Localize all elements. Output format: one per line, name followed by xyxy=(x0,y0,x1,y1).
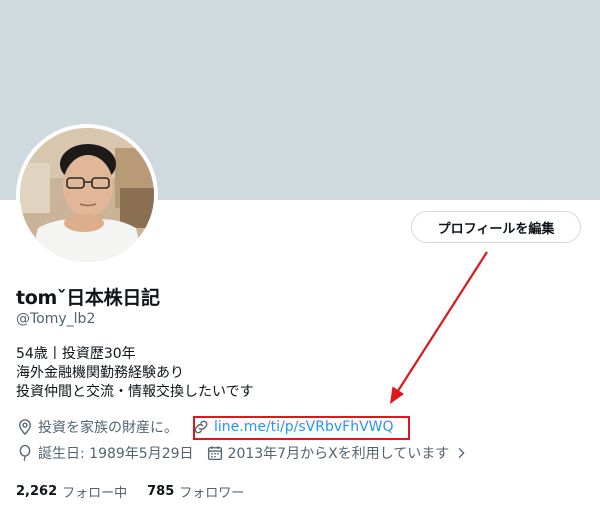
bio-line: 投資仲間と交流・情報交換したいです xyxy=(16,384,254,400)
location-icon xyxy=(19,419,31,436)
avatar-photo xyxy=(20,128,154,262)
bio-line: 海外金融機関勤務経験あり xyxy=(16,365,184,381)
profile-bio: 54歳丨投資歴30年 海外金融機関勤務経験あり 投資仲間と交流・情報交換したいで… xyxy=(16,345,254,402)
avatar[interactable] xyxy=(16,124,158,266)
display-name: tomˇ日本株日記 xyxy=(16,287,160,309)
birthday-text: 誕生日: 1989年5月29日 xyxy=(38,446,194,462)
profile-meta-row: 誕生日: 1989年5月29日 2013年7月からXを利用しています xyxy=(16,443,473,463)
following-label: フォロー中 xyxy=(62,486,128,501)
following-count: 2,262 xyxy=(16,484,58,499)
calendar-icon xyxy=(207,446,222,461)
user-handle: @Tomy_lb2 xyxy=(16,311,96,327)
chevron-right-icon[interactable] xyxy=(453,444,469,462)
following-link[interactable]: 2,262 フォロー中 xyxy=(16,482,127,501)
joined-item[interactable]: 2013年7月からXを利用しています xyxy=(206,443,474,463)
annotation-highlight-box xyxy=(193,416,410,440)
birthday-item: 誕生日: 1989年5月29日 xyxy=(16,443,194,463)
location-item: 投資を家族の財産に。 xyxy=(16,417,178,437)
edit-profile-button[interactable]: プロフィールを編集 xyxy=(411,211,581,243)
followers-label: フォロワー xyxy=(179,486,245,501)
balloon-icon xyxy=(19,444,31,462)
followers-link[interactable]: 785 フォロワー xyxy=(147,482,244,501)
followers-count: 785 xyxy=(147,484,175,499)
location-text: 投資を家族の財産に。 xyxy=(38,420,178,436)
follow-stats: 2,262 フォロー中 785 フォロワー xyxy=(16,482,264,501)
bio-line: 54歳丨投資歴30年 xyxy=(16,346,136,362)
joined-text: 2013年7月からXを利用しています xyxy=(227,446,450,462)
